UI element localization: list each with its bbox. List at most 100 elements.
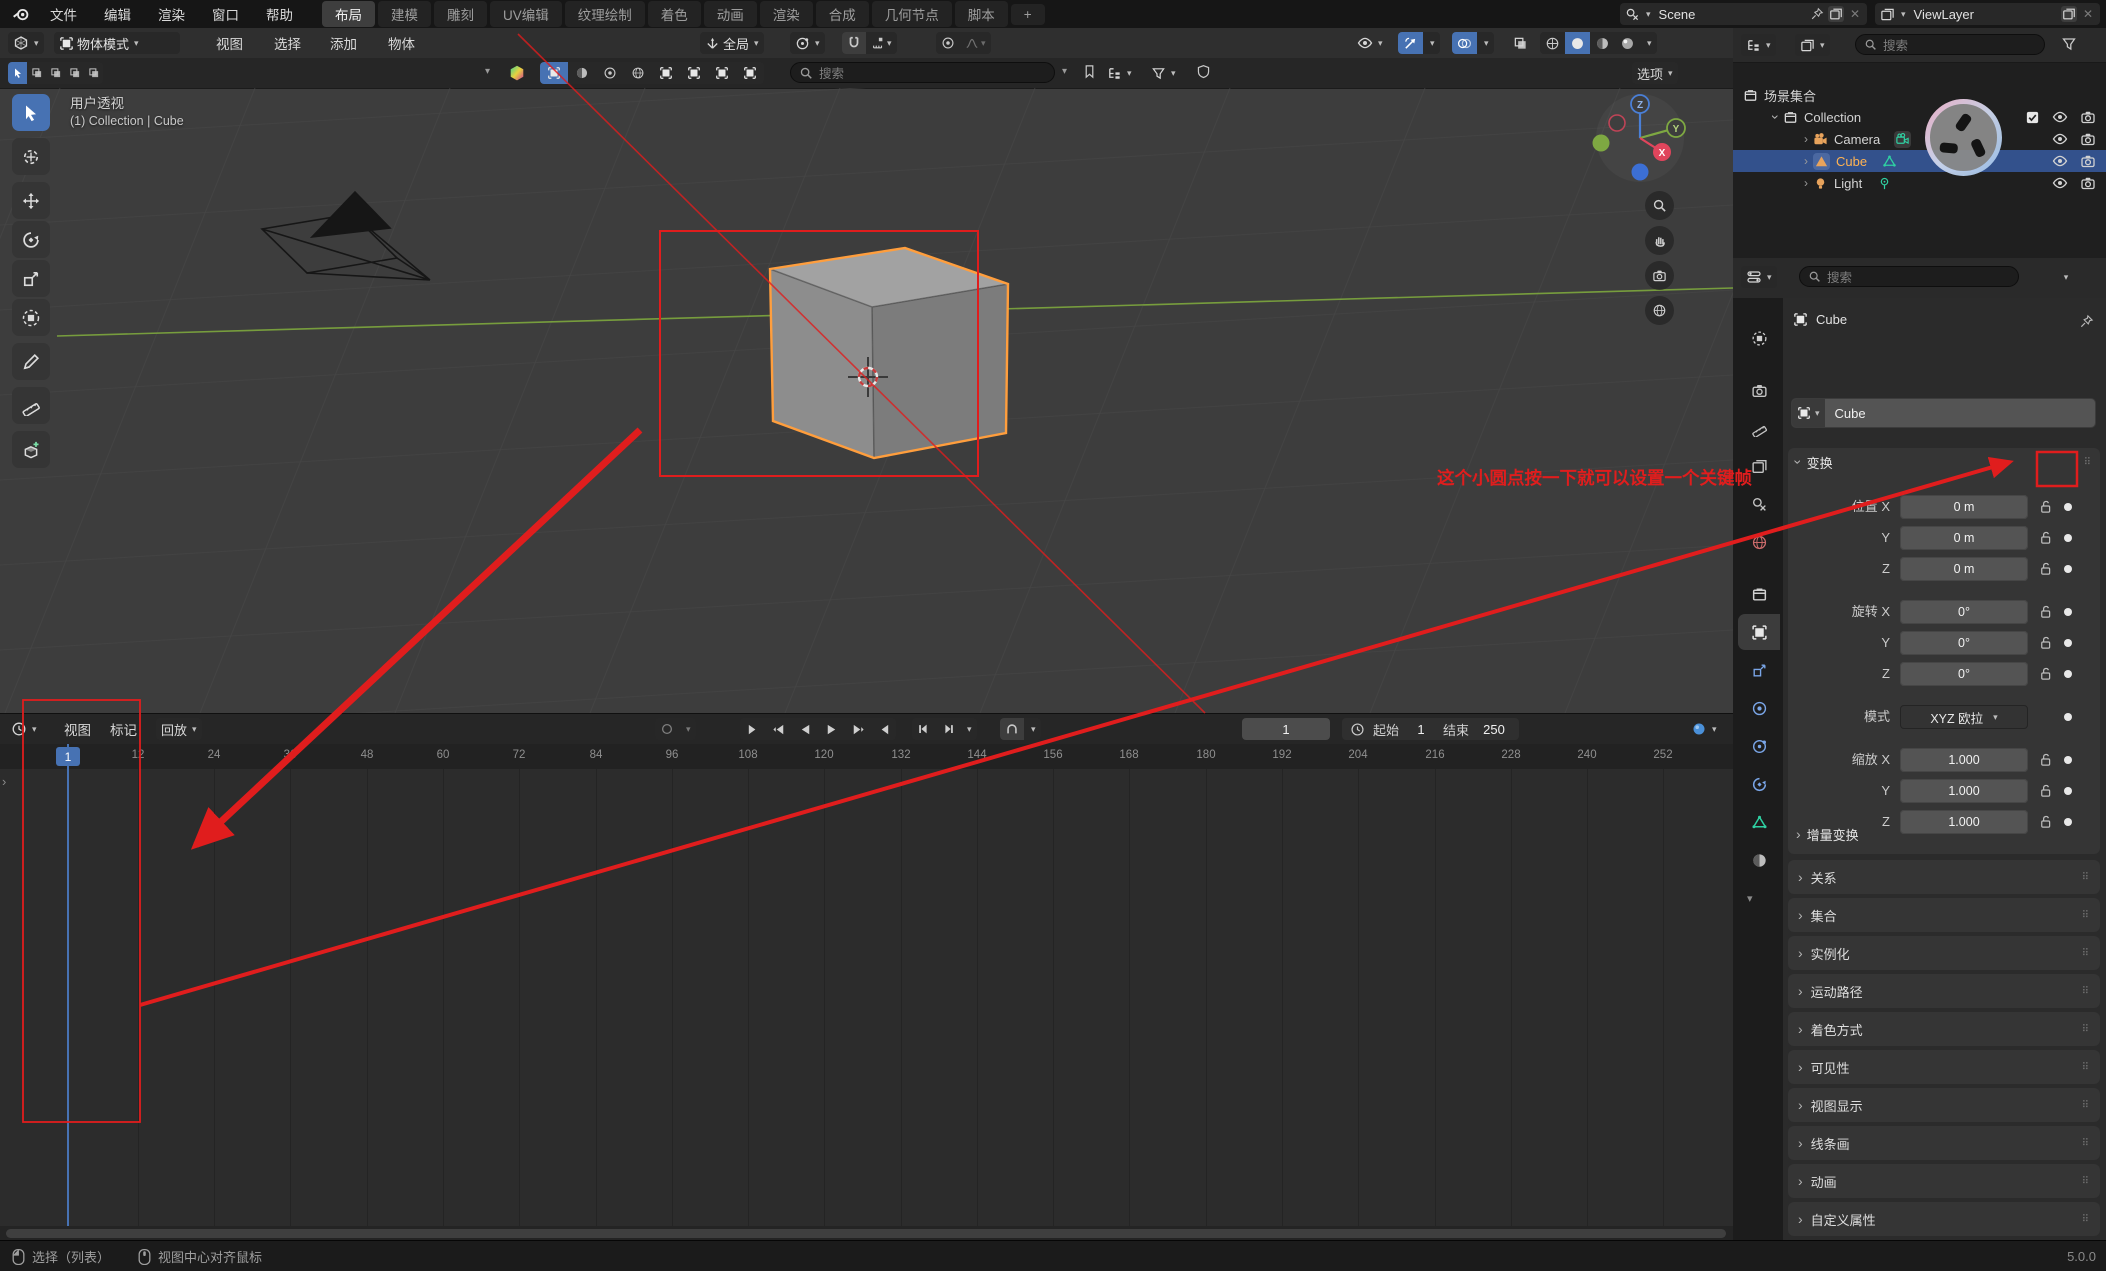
topbar-menu-1[interactable]: 编辑 <box>91 2 144 26</box>
transform-value-field[interactable]: 0 m <box>1900 526 2028 550</box>
lock-icon[interactable] <box>2038 635 2053 650</box>
lock-icon[interactable] <box>2038 604 2053 619</box>
lock-icon[interactable] <box>2038 561 2053 576</box>
section-1[interactable]: ›集合⠿ <box>1788 898 2100 932</box>
panel-grip-icon[interactable]: ⠿ <box>2082 1176 2090 1187</box>
timeline-tracks[interactable] <box>0 769 1733 1226</box>
play-reverse-button[interactable] <box>792 718 818 740</box>
pin-id-button[interactable] <box>2079 314 2094 329</box>
transform-value-field[interactable]: 0° <box>1900 662 2028 686</box>
workspace-tab-8[interactable]: 合成 <box>816 1 869 27</box>
properties-tab-scene[interactable] <box>1738 486 1780 522</box>
outliner-filter-button[interactable] <box>2061 36 2077 52</box>
tool-rotate[interactable] <box>12 221 50 258</box>
delta-transform-subpanel[interactable]: ›增量变换 <box>1788 820 2100 848</box>
eye-icon[interactable] <box>2052 175 2068 191</box>
playhead[interactable] <box>67 744 69 1226</box>
camera-icon[interactable] <box>2080 131 2096 147</box>
camera-icon[interactable] <box>2080 109 2096 125</box>
pin-icon[interactable] <box>1810 7 1824 21</box>
outliner[interactable]: ▾▾搜索 场景集合›Collection›Camera›Cube›Light <box>1733 28 2106 259</box>
jump-end-button[interactable] <box>870 718 896 740</box>
prev-keyframe-button[interactable] <box>766 718 792 740</box>
transform-orientation[interactable]: 全局▾ <box>700 32 764 54</box>
section-0[interactable]: ›关系⠿ <box>1788 860 2100 894</box>
eye-icon[interactable] <box>2052 109 2068 125</box>
jump-start-button[interactable] <box>740 718 766 740</box>
outliner-item-label[interactable]: Cube <box>1836 154 1867 169</box>
tool-scale[interactable] <box>12 260 50 297</box>
snap-settings[interactable]: ▾ <box>866 32 897 54</box>
lock-icon[interactable] <box>2038 752 2053 767</box>
breadcrumb-object[interactable]: Cube <box>1816 312 1847 327</box>
object-name-field[interactable]: ▾Cube <box>1791 398 2096 428</box>
list-dropdown[interactable]: ▾ <box>1102 62 1137 84</box>
keying-settings2[interactable]: ▾ <box>1024 718 1041 740</box>
keyframe-dot[interactable] <box>2064 503 2072 511</box>
pan-button[interactable] <box>1645 226 1674 255</box>
transform-value-field[interactable]: 0° <box>1900 631 2028 655</box>
proportional-toggle[interactable] <box>936 32 960 54</box>
properties-tab-physics[interactable] <box>1738 728 1780 764</box>
transform-value-field[interactable]: 1.000 <box>1900 779 2028 803</box>
timeline-editor-type[interactable]: ▾ <box>6 718 42 740</box>
viewport-menu-2[interactable]: 添加 <box>330 33 357 53</box>
topbar-menu-3[interactable]: 窗口 <box>199 2 252 26</box>
section-2[interactable]: ›实例化⠿ <box>1788 936 2100 970</box>
timeline-menu-1[interactable]: 标记 <box>110 719 137 739</box>
viewport-scene[interactable] <box>0 88 1733 713</box>
properties-editor-type[interactable]: ▾ <box>1741 266 1777 288</box>
workspace-tab-1[interactable]: 建模 <box>378 1 431 27</box>
tool-measure[interactable] <box>12 387 50 424</box>
keyframe-dot[interactable] <box>2064 565 2072 573</box>
transform-panel-header[interactable]: ›变换⠿ <box>1788 448 2100 476</box>
search-chevron[interactable]: ▾ <box>1062 66 1067 77</box>
properties-tab-tool[interactable] <box>1738 320 1780 356</box>
camera-icon[interactable] <box>2080 175 2096 191</box>
panel-grip-icon[interactable]: ⠿ <box>2082 1100 2090 1111</box>
properties-tab-render[interactable] <box>1738 372 1780 408</box>
start-value[interactable]: 1 <box>1407 722 1435 737</box>
workspace-tab-0[interactable]: 布局 <box>322 1 375 27</box>
shield-icon[interactable] <box>1196 64 1211 79</box>
lock-icon[interactable] <box>2038 530 2053 545</box>
navigation-gizmo[interactable]: ZYX <box>1575 83 1710 198</box>
select-sphere[interactable] <box>652 62 680 84</box>
add-workspace-button[interactable]: + <box>1011 4 1045 25</box>
expand-icon[interactable]: › <box>1799 154 1813 168</box>
playback-sync-dropdown[interactable]: ▾ <box>1686 718 1722 740</box>
viewport-menu-0[interactable]: 视图 <box>216 33 243 53</box>
overlays-settings[interactable]: ▾ <box>1477 32 1494 54</box>
outliner-row-collection[interactable]: ›Collection <box>1733 106 2106 128</box>
section-4[interactable]: ›着色方式⠿ <box>1788 1012 2100 1046</box>
shading-material[interactable] <box>1590 32 1615 54</box>
outliner-filter-mode[interactable]: ▾ <box>1795 34 1830 56</box>
checkbox-icon[interactable] <box>2025 110 2040 125</box>
select-anchor[interactable] <box>708 62 736 84</box>
workspace-tab-4[interactable]: 纹理绘制 <box>565 1 645 27</box>
select-extend[interactable] <box>568 62 596 84</box>
keying-settings[interactable]: ▾ <box>679 718 696 740</box>
panel-grip-icon[interactable]: ⠿ <box>2082 948 2090 959</box>
select-invert[interactable] <box>624 62 652 84</box>
topbar-menu-4[interactable]: 帮助 <box>253 2 306 26</box>
auto-keying-toggle[interactable] <box>655 718 679 740</box>
bookmark-icon[interactable] <box>1082 64 1097 79</box>
workspace-tab-5[interactable]: 着色 <box>648 1 701 27</box>
tool-select-box[interactable] <box>12 94 50 131</box>
panel-grip-icon[interactable]: ⠿ <box>2082 872 2090 883</box>
lock-icon[interactable] <box>2038 783 2053 798</box>
panel-grip-icon[interactable]: ⠿ <box>2082 910 2090 921</box>
keyframe-dot[interactable] <box>2064 787 2072 795</box>
properties-search[interactable]: 搜索 <box>1799 266 2019 287</box>
scene-selector[interactable]: ▾Scene✕ <box>1620 3 1867 25</box>
workspace-tab-6[interactable]: 动画 <box>704 1 757 27</box>
tool-add-cube[interactable] <box>12 431 50 468</box>
expand-icon[interactable]: › <box>1799 176 1813 190</box>
panel-grip-icon[interactable]: ⠿ <box>2082 1024 2090 1035</box>
keyframe-dot[interactable] <box>2064 756 2072 764</box>
panel-grip-icon[interactable]: ⠿ <box>2082 1138 2090 1149</box>
keyframe-dot[interactable] <box>2064 608 2072 616</box>
tool-transform[interactable] <box>12 299 50 336</box>
select-mode-2[interactable] <box>46 62 65 84</box>
